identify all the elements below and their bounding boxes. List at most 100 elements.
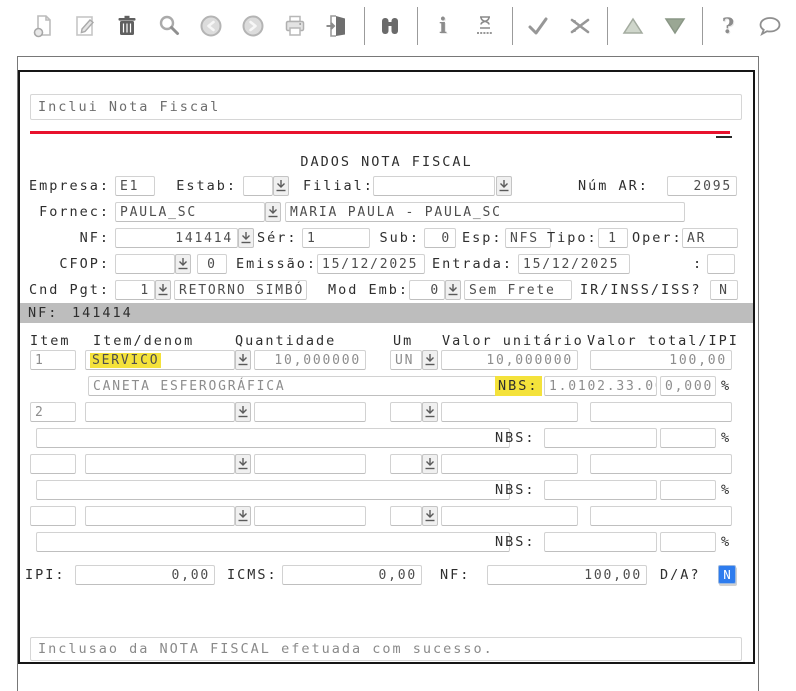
nf-total-field[interactable]: 100,00: [487, 565, 647, 585]
estab-dropdown-button[interactable]: [273, 176, 289, 196]
nbs-percent-field[interactable]: [660, 532, 716, 552]
item-number-field[interactable]: 2: [30, 402, 76, 422]
item-unit-value-field[interactable]: [441, 454, 578, 474]
item-um-dropdown-button[interactable]: [422, 402, 438, 422]
confirm-button[interactable]: [525, 13, 551, 39]
item-um-field[interactable]: UN: [390, 350, 422, 370]
item-total-field[interactable]: [590, 454, 732, 474]
nbs-percent-field[interactable]: [660, 428, 716, 448]
search-button[interactable]: [156, 13, 182, 39]
comment-button[interactable]: [757, 13, 783, 39]
mod-emb-field[interactable]: 0: [409, 280, 445, 300]
filial-dropdown-button[interactable]: [496, 176, 512, 196]
entrada-field[interactable]: 15/12/2025: [518, 254, 630, 274]
item-denom-dropdown-button[interactable]: [235, 506, 251, 526]
nbs-field[interactable]: [544, 480, 657, 500]
tipo-field[interactable]: 1: [598, 228, 628, 248]
item-um-field[interactable]: [390, 454, 422, 474]
item-total-field[interactable]: 100,00: [590, 350, 732, 370]
estab-field[interactable]: [243, 176, 273, 196]
item-denom-dropdown-button[interactable]: [235, 402, 251, 422]
edit-record-button[interactable]: [72, 13, 98, 39]
nf-field[interactable]: 141414: [115, 228, 238, 248]
pending-tasks-button[interactable]: [472, 13, 498, 39]
cfop-dropdown-button[interactable]: [175, 254, 191, 274]
nbs-field[interactable]: [544, 428, 657, 448]
cnd-pgt-dropdown-button[interactable]: [155, 280, 171, 300]
item-desc-field[interactable]: [36, 428, 510, 448]
item-desc-field[interactable]: CANETA ESFEROGRÁFICA: [88, 376, 510, 396]
oper-field[interactable]: AR: [682, 228, 738, 248]
empresa-field[interactable]: E1: [115, 176, 155, 196]
da-field[interactable]: N: [718, 565, 736, 584]
find-button[interactable]: [377, 13, 403, 39]
item-denom-field[interactable]: [85, 402, 235, 422]
cfop-aux-field[interactable]: 0: [197, 254, 227, 274]
item-um-field[interactable]: [390, 402, 422, 422]
nbs-field[interactable]: 1.0102.33.00: [544, 376, 657, 396]
emissao-field[interactable]: 15/12/2025: [317, 254, 425, 274]
cfop-field[interactable]: [115, 254, 175, 274]
mod-emb-label: Mod Emb:: [328, 282, 410, 298]
item-denom-dropdown-button[interactable]: [235, 350, 251, 370]
move-down-button[interactable]: [662, 13, 688, 39]
nbs-field[interactable]: [544, 532, 657, 552]
percent-label: %: [721, 430, 732, 446]
help-question-icon: ?: [721, 13, 735, 38]
item-total-field[interactable]: [590, 402, 732, 422]
nbs-label: NBS:: [495, 534, 536, 550]
next-record-button[interactable]: [240, 13, 266, 39]
item-qty-field[interactable]: 10,000000: [254, 350, 366, 370]
item-um-dropdown-button[interactable]: [422, 454, 438, 474]
print-button[interactable]: [282, 13, 308, 39]
item-denom-field[interactable]: SERVICO: [85, 350, 235, 370]
icms-field[interactable]: 0,00: [282, 565, 422, 585]
item-qty-field[interactable]: [254, 402, 366, 422]
hora-label: :: [693, 256, 704, 272]
item-denom-field[interactable]: [85, 506, 235, 526]
item-unit-value-field[interactable]: [441, 402, 578, 422]
entrada-label: Entrada:: [432, 256, 514, 272]
status-message-bar: Inclusao da NOTA FISCAL efetuada com suc…: [30, 637, 742, 661]
fornec-code-field[interactable]: PAULA_SC: [115, 202, 265, 222]
ser-field[interactable]: 1: [302, 228, 370, 248]
sub-field[interactable]: 0: [424, 228, 456, 248]
info-button[interactable]: i: [430, 13, 456, 39]
exit-button[interactable]: [324, 13, 350, 39]
item-desc-field[interactable]: [36, 480, 510, 500]
item-desc-field[interactable]: [36, 532, 510, 552]
num-ar-field[interactable]: 2095: [667, 176, 737, 196]
item-number-field[interactable]: 1: [30, 350, 76, 370]
nbs-percent-field[interactable]: [660, 480, 716, 500]
item-unit-value-field[interactable]: [441, 506, 578, 526]
item-unit-value-field[interactable]: 10,000000: [441, 350, 578, 370]
ser-label: Sér:: [257, 230, 298, 246]
new-record-button[interactable]: [30, 13, 56, 39]
item-denom-dropdown-button[interactable]: [235, 454, 251, 474]
item-um-dropdown-button[interactable]: [422, 506, 438, 526]
item-um-dropdown-button[interactable]: [422, 350, 438, 370]
move-up-button[interactable]: [620, 13, 646, 39]
item-um-field[interactable]: [390, 506, 422, 526]
esp-field[interactable]: NFS: [505, 228, 551, 248]
nbs-percent-field[interactable]: 0,000: [660, 376, 716, 396]
item-number-field[interactable]: [30, 506, 76, 526]
help-button[interactable]: ?: [715, 13, 741, 39]
ir-inss-iss-field[interactable]: N: [710, 280, 738, 300]
previous-record-button[interactable]: [198, 13, 224, 39]
item-number-field[interactable]: [30, 454, 76, 474]
red-divider-end-dash: [716, 136, 732, 138]
filial-field[interactable]: [373, 176, 495, 196]
ipi-field[interactable]: 0,00: [75, 565, 215, 585]
fornec-dropdown-button[interactable]: [265, 202, 281, 222]
item-qty-field[interactable]: [254, 506, 366, 526]
cancel-button[interactable]: [567, 13, 593, 39]
mod-emb-dropdown-button[interactable]: [445, 280, 461, 300]
delete-record-button[interactable]: [114, 13, 140, 39]
item-total-field[interactable]: [590, 506, 732, 526]
item-denom-field[interactable]: [85, 454, 235, 474]
hora-field[interactable]: [707, 254, 735, 274]
item-qty-field[interactable]: [254, 454, 366, 474]
nf-dropdown-button[interactable]: [238, 228, 254, 248]
cnd-pgt-field[interactable]: 1: [115, 280, 155, 300]
